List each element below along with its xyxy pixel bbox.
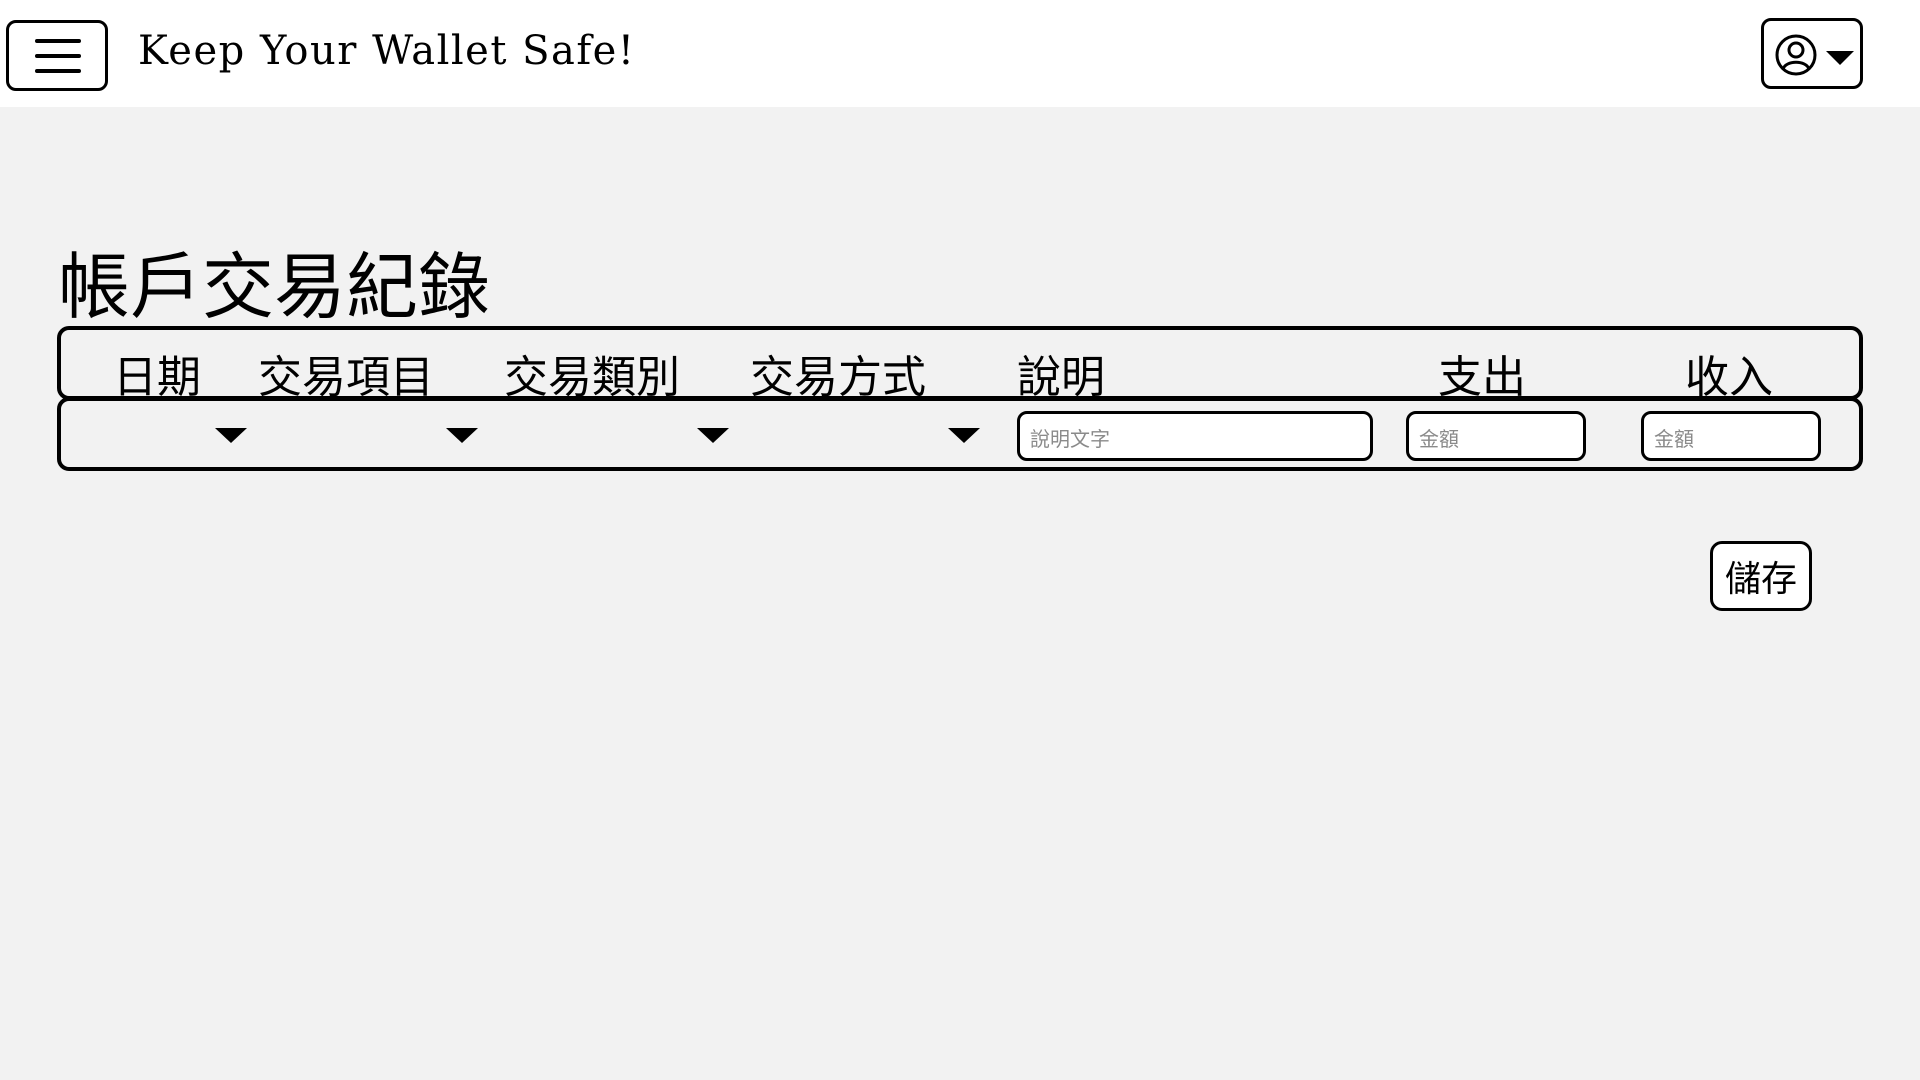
caret-down-icon xyxy=(1825,50,1855,70)
menu-button[interactable] xyxy=(6,20,108,91)
column-header-expense: 支出 xyxy=(1438,352,1526,403)
column-header-category: 交易類別 xyxy=(504,352,680,403)
caret-down-icon xyxy=(697,428,729,443)
top-bar: Keep Your Wallet Safe! xyxy=(0,0,1920,107)
caret-down-icon xyxy=(446,428,478,443)
column-header-income: 收入 xyxy=(1685,352,1773,403)
expense-amount-input[interactable] xyxy=(1406,411,1586,461)
column-header-description: 說明 xyxy=(1017,352,1105,403)
date-dropdown[interactable] xyxy=(214,425,248,445)
income-amount-input[interactable] xyxy=(1641,411,1821,461)
table-row xyxy=(57,397,1863,471)
description-input[interactable] xyxy=(1017,411,1373,461)
item-dropdown[interactable] xyxy=(445,425,479,445)
column-header-date: 日期 xyxy=(113,352,201,403)
user-menu-button[interactable] xyxy=(1761,18,1863,89)
page-title: 帳戶交易紀錄 xyxy=(58,245,491,329)
app-title: Keep Your Wallet Safe! xyxy=(138,28,636,74)
table-header: 日期 交易項目 交易類別 交易方式 說明 支出 收入 xyxy=(57,326,1863,403)
caret-down-icon xyxy=(215,428,247,443)
save-button[interactable]: 儲存 xyxy=(1710,541,1812,611)
column-header-method: 交易方式 xyxy=(750,352,926,403)
category-dropdown[interactable] xyxy=(696,425,730,445)
user-circle-icon xyxy=(1774,33,1818,81)
column-header-item: 交易項目 xyxy=(258,352,434,403)
caret-down-icon xyxy=(948,428,980,443)
method-dropdown[interactable] xyxy=(947,425,981,445)
